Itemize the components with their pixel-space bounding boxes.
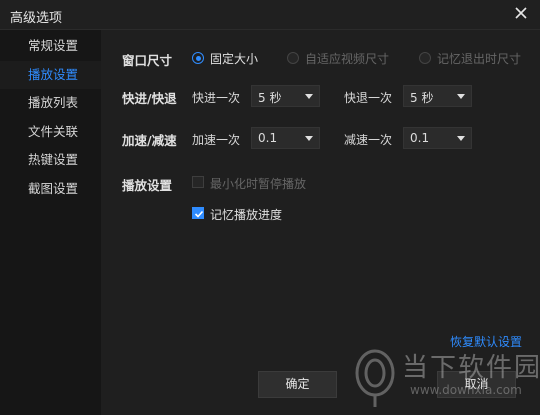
sidebar-item-playlist[interactable]: 播放列表 [0, 89, 101, 118]
watermark-url: www.downxia.com [410, 383, 522, 397]
window-title: 高级选项 [10, 11, 63, 26]
sidebar: 常规设置 播放设置 播放列表 文件关联 热键设置 截图设置 [0, 30, 101, 415]
radio-fixed-size-label[interactable]: 固定大小 [210, 50, 258, 67]
sidebar-item-general[interactable]: 常规设置 [0, 32, 101, 61]
seek-forward-value: 5 秒 [258, 91, 282, 105]
watermark-brand: 当下软件园 [402, 353, 540, 383]
chevron-down-icon [457, 136, 465, 141]
speed-label: 加速/减速 [122, 133, 177, 148]
sidebar-item-file-association[interactable]: 文件关联 [0, 118, 101, 147]
watermark-logo-icon [355, 349, 395, 407]
seek-forward-select[interactable]: 5 秒 [251, 85, 320, 107]
remember-progress-checkbox[interactable] [192, 207, 204, 219]
watermark: 当下软件园 www.downxia.com [350, 343, 540, 415]
radio-remember-size-label[interactable]: 记忆退出时尺寸 [437, 50, 521, 67]
sidebar-item-screenshot[interactable]: 截图设置 [0, 175, 101, 204]
sidebar-item-hotkeys[interactable]: 热键设置 [0, 146, 101, 175]
seek-backward-select[interactable]: 5 秒 [403, 85, 472, 107]
close-icon[interactable] [514, 6, 528, 20]
chevron-down-icon [305, 136, 313, 141]
pause-on-minimize-checkbox[interactable] [192, 176, 204, 188]
check-icon [194, 210, 204, 218]
chevron-down-icon [457, 94, 465, 99]
seek-forward-label: 快进一次 [192, 91, 241, 105]
window-size-label: 窗口尺寸 [122, 53, 173, 68]
speed-down-select[interactable]: 0.1 [403, 127, 472, 149]
radio-remember-size[interactable] [419, 52, 431, 64]
speed-up-label: 加速一次 [192, 133, 241, 147]
playback-settings-label: 播放设置 [122, 178, 173, 193]
radio-adaptive-size[interactable] [287, 52, 299, 64]
speed-down-value: 0.1 [410, 131, 430, 145]
title-bar: 高级选项 [0, 0, 540, 30]
seek-backward-label: 快退一次 [344, 91, 393, 105]
sidebar-item-playback[interactable]: 播放设置 [0, 60, 101, 89]
speed-up-value: 0.1 [258, 131, 278, 145]
speed-down-label: 减速一次 [344, 133, 393, 147]
ok-button[interactable]: 确定 [258, 371, 337, 398]
radio-adaptive-size-label[interactable]: 自适应视频尺寸 [305, 50, 389, 67]
chevron-down-icon [305, 94, 313, 99]
speed-up-select[interactable]: 0.1 [251, 127, 320, 149]
radio-fixed-size[interactable] [192, 52, 204, 64]
seek-label: 快进/快退 [122, 91, 177, 106]
pause-on-minimize-label[interactable]: 最小化时暂停播放 [210, 175, 306, 192]
remember-progress-label[interactable]: 记忆播放进度 [210, 206, 282, 223]
seek-backward-value: 5 秒 [410, 91, 434, 105]
